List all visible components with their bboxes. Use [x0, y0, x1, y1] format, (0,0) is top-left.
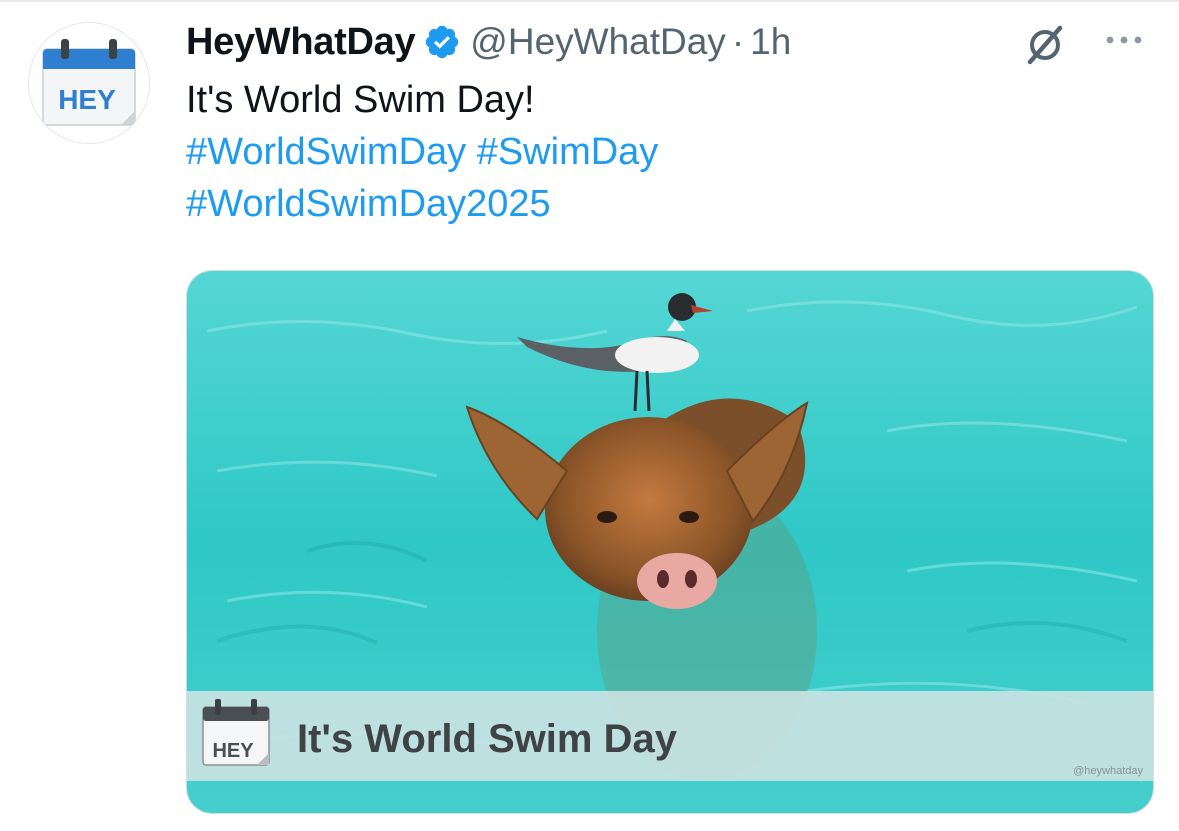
divider — [0, 0, 1179, 2]
image-watermark: @heywhatday — [1073, 765, 1143, 777]
tweet-header: HeyWhatDay @HeyWhatDay · 1h — [186, 14, 791, 70]
separator-dot: · — [731, 21, 745, 62]
hashtag-link[interactable]: #WorldSwimDay — [186, 131, 466, 173]
tweet-image[interactable]: HEY It's World Swim Day @heywhatday — [186, 270, 1154, 814]
hashtag-link[interactable]: #WorldSwimDay2025 — [186, 183, 551, 225]
tweet-text: It's World Swim Day! #WorldSwimDay #Swim… — [186, 74, 1086, 230]
grok-icon[interactable] — [1022, 22, 1068, 68]
avatar[interactable]: HEY — [28, 22, 150, 144]
tweet-body: It's World Swim Day! — [186, 79, 535, 121]
caption-logo-text: HEY — [212, 740, 254, 762]
avatar-text: HEY — [58, 84, 116, 115]
timestamp[interactable]: 1h — [750, 21, 791, 63]
calendar-icon: HEY — [42, 39, 136, 126]
author-handle[interactable]: @HeyWhatDay — [470, 21, 726, 63]
image-caption: It's World Swim Day — [297, 717, 677, 761]
hashtag-link[interactable]: #SwimDay — [477, 131, 659, 173]
verified-badge-icon[interactable] — [423, 23, 461, 61]
display-name[interactable]: HeyWhatDay — [186, 21, 416, 64]
more-options-icon[interactable] — [1100, 30, 1148, 50]
